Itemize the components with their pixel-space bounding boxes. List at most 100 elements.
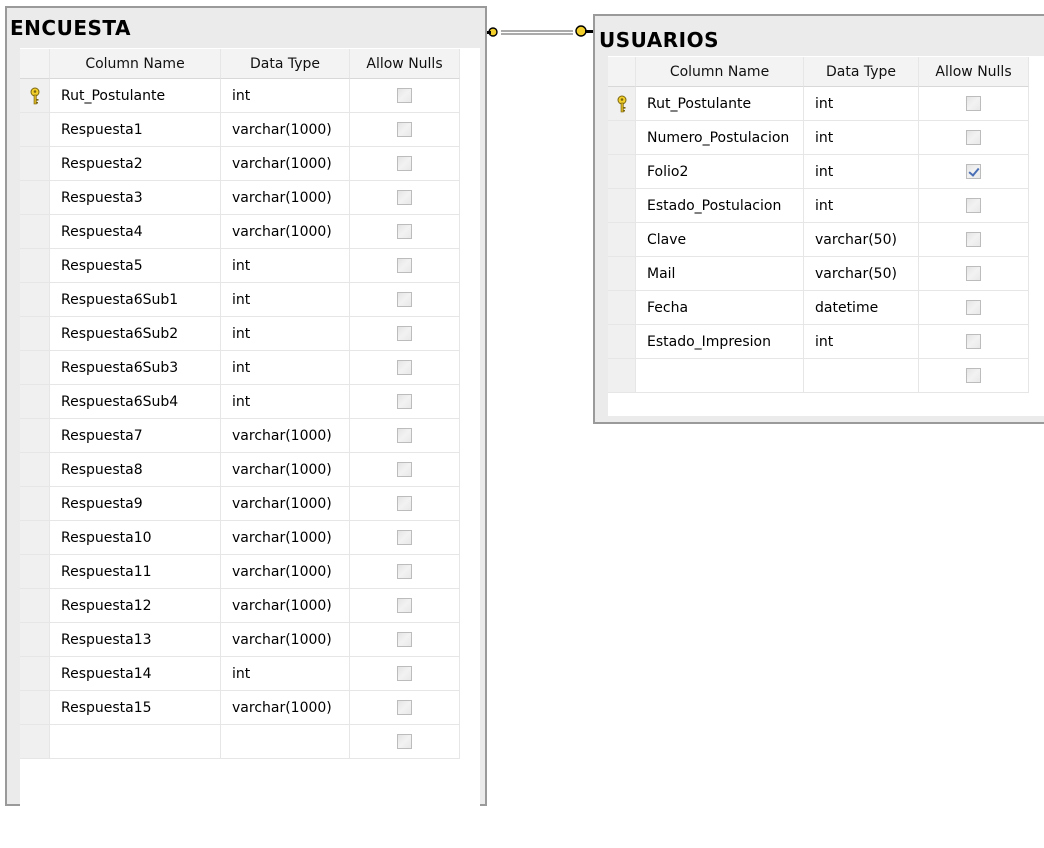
- data-type-cell[interactable]: varchar(1000): [221, 113, 350, 147]
- allow-nulls-checkbox[interactable]: [397, 88, 412, 103]
- column-name-cell[interactable]: Respuesta12: [50, 589, 221, 623]
- column-name-cell[interactable]: Rut_Postulante: [636, 87, 804, 121]
- table-row[interactable]: [20, 725, 480, 759]
- data-type-cell[interactable]: varchar(50): [804, 223, 919, 257]
- allow-nulls-checkbox[interactable]: [966, 96, 981, 111]
- column-name-cell[interactable]: Respuesta15: [50, 691, 221, 725]
- row-selector[interactable]: [608, 121, 636, 155]
- allow-nulls-checkbox[interactable]: [966, 198, 981, 213]
- column-name-cell[interactable]: Respuesta9: [50, 487, 221, 521]
- allow-nulls-checkbox[interactable]: [397, 326, 412, 341]
- allow-nulls-checkbox[interactable]: [966, 164, 981, 179]
- allow-nulls-checkbox[interactable]: [397, 632, 412, 647]
- table-row[interactable]: Fecha datetime: [608, 291, 1044, 325]
- data-type-cell[interactable]: varchar(1000): [221, 691, 350, 725]
- row-selector[interactable]: [20, 487, 50, 521]
- table-row[interactable]: Respuesta6Sub4 int: [20, 385, 480, 419]
- data-type-cell[interactable]: varchar(1000): [221, 521, 350, 555]
- allow-nulls-checkbox[interactable]: [397, 462, 412, 477]
- table-row[interactable]: Estado_Postulacion int: [608, 189, 1044, 223]
- table-row[interactable]: Respuesta5 int: [20, 249, 480, 283]
- row-selector[interactable]: [20, 181, 50, 215]
- data-type-cell[interactable]: int: [221, 657, 350, 691]
- table-row[interactable]: Respuesta6Sub3 int: [20, 351, 480, 385]
- allow-nulls-checkbox[interactable]: [966, 130, 981, 145]
- row-selector[interactable]: [608, 155, 636, 189]
- allow-nulls-checkbox[interactable]: [397, 224, 412, 239]
- table-row[interactable]: Rut_Postulante int: [608, 87, 1044, 121]
- row-selector[interactable]: [20, 623, 50, 657]
- data-type-cell[interactable]: int: [221, 249, 350, 283]
- column-name-cell[interactable]: Respuesta6Sub4: [50, 385, 221, 419]
- row-selector[interactable]: [20, 657, 50, 691]
- allow-nulls-checkbox[interactable]: [397, 394, 412, 409]
- table-row[interactable]: Folio2 int: [608, 155, 1044, 189]
- table-row[interactable]: Respuesta10 varchar(1000): [20, 521, 480, 555]
- table-row[interactable]: Respuesta14 int: [20, 657, 480, 691]
- allow-nulls-checkbox[interactable]: [397, 428, 412, 443]
- column-name-cell[interactable]: Respuesta5: [50, 249, 221, 283]
- table-row[interactable]: [608, 359, 1044, 393]
- table-row[interactable]: Respuesta1 varchar(1000): [20, 113, 480, 147]
- data-type-cell[interactable]: varchar(1000): [221, 555, 350, 589]
- table-row[interactable]: Estado_Impresion int: [608, 325, 1044, 359]
- column-name-cell[interactable]: Respuesta11: [50, 555, 221, 589]
- table-usuarios[interactable]: USUARIOS Column Name Data Type Allow Nulls…: [593, 14, 1044, 424]
- row-selector[interactable]: [608, 325, 636, 359]
- row-selector[interactable]: [20, 317, 50, 351]
- table-row[interactable]: Rut_Postulante int: [20, 79, 480, 113]
- table-row[interactable]: Respuesta12 varchar(1000): [20, 589, 480, 623]
- column-name-cell[interactable]: Respuesta6Sub1: [50, 283, 221, 317]
- table-row[interactable]: Respuesta3 varchar(1000): [20, 181, 480, 215]
- data-type-cell[interactable]: varchar(1000): [221, 623, 350, 657]
- row-selector[interactable]: [20, 113, 50, 147]
- table-row[interactable]: Respuesta6Sub1 int: [20, 283, 480, 317]
- relationship-connector[interactable]: [485, 18, 595, 48]
- column-name-cell[interactable]: Respuesta6Sub2: [50, 317, 221, 351]
- data-type-cell[interactable]: int: [221, 351, 350, 385]
- row-selector[interactable]: [20, 79, 50, 113]
- data-type-cell[interactable]: int: [221, 283, 350, 317]
- column-name-cell[interactable]: Folio2: [636, 155, 804, 189]
- data-type-cell[interactable]: varchar(1000): [221, 453, 350, 487]
- table-row[interactable]: Respuesta4 varchar(1000): [20, 215, 480, 249]
- table-row[interactable]: Respuesta15 varchar(1000): [20, 691, 480, 725]
- data-type-cell[interactable]: varchar(1000): [221, 487, 350, 521]
- allow-nulls-checkbox[interactable]: [397, 360, 412, 375]
- row-selector[interactable]: [20, 215, 50, 249]
- data-type-cell[interactable]: int: [221, 79, 350, 113]
- row-selector[interactable]: [20, 453, 50, 487]
- row-selector[interactable]: [20, 725, 50, 759]
- data-type-cell[interactable]: datetime: [804, 291, 919, 325]
- column-name-cell[interactable]: Mail: [636, 257, 804, 291]
- row-selector[interactable]: [20, 385, 50, 419]
- data-type-cell[interactable]: int: [804, 121, 919, 155]
- allow-nulls-checkbox[interactable]: [397, 700, 412, 715]
- data-type-cell[interactable]: varchar(1000): [221, 147, 350, 181]
- allow-nulls-checkbox[interactable]: [966, 368, 981, 383]
- column-name-cell[interactable]: Clave: [636, 223, 804, 257]
- data-type-cell[interactable]: int: [804, 87, 919, 121]
- column-name-cell[interactable]: Estado_Impresion: [636, 325, 804, 359]
- row-selector[interactable]: [20, 147, 50, 181]
- column-name-cell[interactable]: [50, 725, 221, 759]
- allow-nulls-checkbox[interactable]: [397, 156, 412, 171]
- table-row[interactable]: Clave varchar(50): [608, 223, 1044, 257]
- row-selector[interactable]: [20, 283, 50, 317]
- column-name-cell[interactable]: Respuesta2: [50, 147, 221, 181]
- data-type-cell[interactable]: int: [804, 325, 919, 359]
- table-row[interactable]: Numero_Postulacion int: [608, 121, 1044, 155]
- row-selector[interactable]: [608, 87, 636, 121]
- column-name-cell[interactable]: Respuesta8: [50, 453, 221, 487]
- table-row[interactable]: Mail varchar(50): [608, 257, 1044, 291]
- table-encuesta[interactable]: ENCUESTA Column Name Data Type Allow Nulls…: [5, 6, 487, 848]
- column-name-cell[interactable]: Respuesta10: [50, 521, 221, 555]
- data-type-cell[interactable]: varchar(1000): [221, 181, 350, 215]
- data-type-cell[interactable]: [221, 725, 350, 759]
- allow-nulls-checkbox[interactable]: [397, 530, 412, 545]
- allow-nulls-checkbox[interactable]: [397, 122, 412, 137]
- column-name-cell[interactable]: Rut_Postulante: [50, 79, 221, 113]
- table-row[interactable]: Respuesta2 varchar(1000): [20, 147, 480, 181]
- table-row[interactable]: Respuesta13 varchar(1000): [20, 623, 480, 657]
- allow-nulls-checkbox[interactable]: [397, 734, 412, 749]
